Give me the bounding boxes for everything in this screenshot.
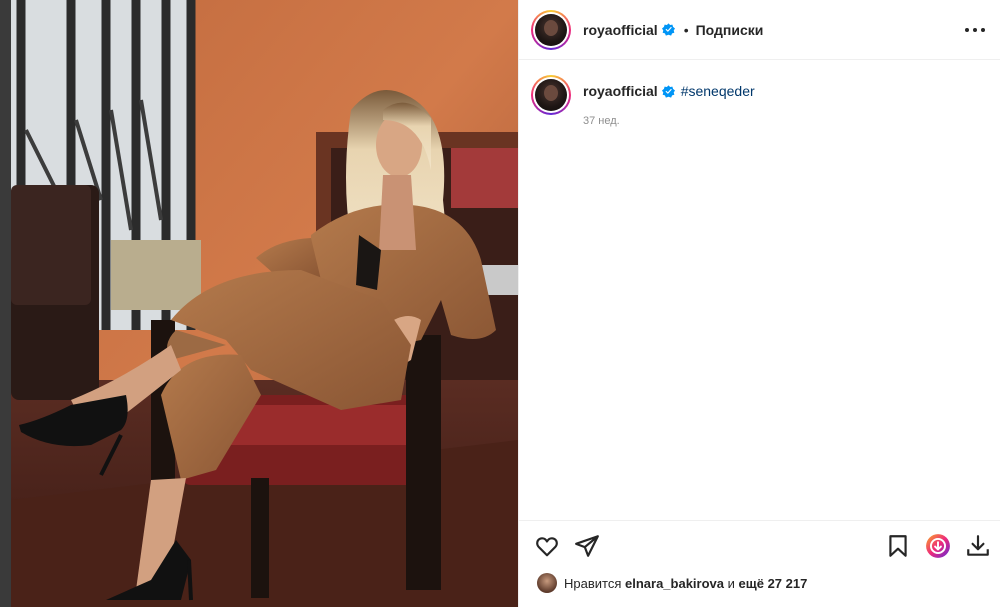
header-separator: •: [683, 21, 689, 38]
liker-avatar[interactable]: [537, 573, 557, 593]
avatar[interactable]: [531, 9, 571, 50]
bookmark-icon[interactable]: [885, 533, 911, 559]
caption-verified-badge-icon: [661, 84, 675, 98]
following-button[interactable]: Подписки: [696, 22, 764, 38]
download-icon[interactable]: [965, 533, 991, 559]
post-header: royaofficial • Подписки: [519, 0, 1000, 60]
likes-prefix: Нравится: [564, 575, 622, 591]
likes-count[interactable]: ещё 27 217: [739, 576, 808, 591]
likes-middle: и: [727, 575, 735, 591]
hashtag-link[interactable]: #seneqeder: [681, 83, 755, 99]
left-strip: [0, 0, 11, 607]
caption-avatar[interactable]: [531, 75, 571, 115]
more-options-icon[interactable]: [965, 21, 985, 39]
likes-user[interactable]: elnara_bakirova: [625, 576, 724, 591]
heart-icon[interactable]: [534, 533, 560, 559]
post-photo[interactable]: [11, 0, 518, 607]
avatar-image: [535, 13, 567, 46]
likes-summary: Нравится elnara_bakirova и ещё 27 217: [537, 573, 807, 593]
caption: royaofficial #seneqeder 37 нед.: [531, 75, 755, 127]
actions-bar: [519, 520, 1000, 570]
download-extension-icon[interactable]: [925, 533, 951, 559]
caption-username[interactable]: royaofficial: [583, 83, 658, 99]
post-photo-illustration: [11, 0, 518, 607]
caption-avatar-image: [535, 79, 567, 111]
verified-badge-icon: [661, 23, 675, 36]
header-username[interactable]: royaofficial: [583, 22, 658, 38]
post-side-panel: royaofficial • Подписки royaofficial #se…: [518, 0, 1000, 607]
post-time[interactable]: 37 нед.: [583, 115, 755, 127]
send-icon[interactable]: [574, 533, 600, 559]
